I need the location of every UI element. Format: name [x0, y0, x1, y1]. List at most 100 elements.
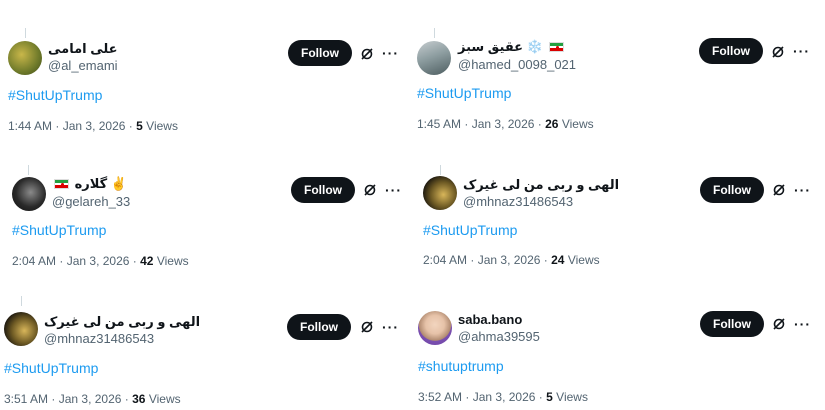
follow-button[interactable]: Follow — [288, 40, 352, 66]
meta-separator: · — [132, 254, 137, 268]
author-name[interactable]: saba.bano — [458, 312, 522, 327]
meta-separator: · — [465, 390, 470, 404]
tweet-meta: 2:04 AM · Jan 3, 2026 · 24 Views — [423, 253, 600, 267]
tweet-meta: 1:45 AM · Jan 3, 2026 · 26 Views — [417, 117, 594, 131]
author-name[interactable]: الهی و ربی من لی غیرک — [44, 314, 200, 330]
grok-icon[interactable] — [363, 183, 377, 197]
grok-icon[interactable] — [772, 183, 786, 197]
author-handle[interactable]: @al_emami — [48, 58, 118, 73]
follow-button[interactable]: Follow — [700, 311, 764, 337]
author-handle[interactable]: @ahma39595 — [458, 329, 540, 344]
follow-button[interactable]: Follow — [699, 38, 763, 64]
tweet-time[interactable]: 3:51 AM — [4, 392, 48, 406]
thread-line — [434, 28, 435, 38]
more-options-icon[interactable]: ··· — [382, 46, 399, 60]
thread-line — [21, 296, 22, 306]
hashtag-link[interactable]: #shutuptrump — [418, 358, 504, 374]
tweet-time[interactable]: 3:52 AM — [418, 390, 462, 404]
follow-button[interactable]: Follow — [287, 314, 351, 340]
author-name-text: گلاره — [74, 176, 108, 191]
tweet-time[interactable]: 1:44 AM — [8, 119, 52, 133]
tweet-meta: 3:52 AM · Jan 3, 2026 · 5 Views — [418, 390, 588, 404]
author-name[interactable]: گلاره ✌️ — [52, 176, 127, 192]
avatar[interactable] — [418, 311, 452, 345]
author-name[interactable]: عقیق سبز ❄️ — [458, 39, 566, 55]
views-label: Views — [561, 117, 594, 131]
iran-flag-icon — [548, 42, 564, 52]
views-count: 26 — [545, 117, 559, 131]
meta-separator: · — [124, 392, 129, 406]
tweet-meta: 1:44 AM · Jan 3, 2026 · 5 Views — [8, 119, 178, 133]
tweet-date[interactable]: Jan 3, 2026 — [478, 253, 541, 267]
follow-button[interactable]: Follow — [291, 177, 355, 203]
meta-separator: · — [543, 253, 548, 267]
tweet-card[interactable]: الهی و ربی من لی غیرک @mhnaz31486543 Fol… — [0, 290, 400, 410]
more-options-icon[interactable]: ··· — [794, 317, 811, 331]
author-name-text: عقیق سبز — [458, 39, 524, 54]
views-count: 24 — [551, 253, 565, 267]
more-options-icon[interactable]: ··· — [794, 183, 811, 197]
meta-separator: · — [59, 254, 64, 268]
more-options-icon[interactable]: ··· — [385, 183, 402, 197]
tweet-time[interactable]: 1:45 AM — [417, 117, 461, 131]
more-options-icon[interactable]: ··· — [793, 44, 810, 58]
avatar[interactable] — [423, 176, 457, 210]
grok-icon[interactable] — [771, 45, 785, 59]
meta-separator: · — [128, 119, 133, 133]
more-options-icon[interactable]: ··· — [382, 320, 399, 334]
meta-separator: · — [51, 392, 56, 406]
tweet-time[interactable]: 2:04 AM — [12, 254, 56, 268]
hashtag-link[interactable]: #ShutUpTrump — [4, 360, 98, 376]
avatar[interactable] — [417, 41, 451, 75]
tweet-card[interactable]: الهی و ربی من لی غیرک @mhnaz31486543 Fol… — [410, 157, 810, 282]
views-label: Views — [146, 119, 178, 133]
tweet-card[interactable]: علی امامی @al_emami Follow ··· #ShutUpTr… — [0, 20, 400, 145]
author-handle[interactable]: @mhnaz31486543 — [463, 194, 573, 209]
tweet-date[interactable]: Jan 3, 2026 — [59, 392, 122, 406]
thread-line — [25, 28, 26, 38]
tweet-card[interactable]: گلاره ✌️ @gelareh_33 Follow ··· #ShutUpT… — [0, 157, 402, 282]
views-count: 42 — [140, 254, 154, 268]
hashtag-link[interactable]: #ShutUpTrump — [423, 222, 517, 238]
hashtag-link[interactable]: #ShutUpTrump — [8, 87, 102, 103]
views-label: Views — [556, 390, 588, 404]
meta-separator: · — [538, 390, 543, 404]
author-handle[interactable]: @mhnaz31486543 — [44, 331, 154, 346]
tweet-date[interactable]: Jan 3, 2026 — [472, 117, 535, 131]
avatar[interactable] — [4, 312, 38, 346]
follow-button[interactable]: Follow — [700, 177, 764, 203]
meta-separator: · — [470, 253, 475, 267]
author-name[interactable]: الهی و ربی من لی غیرک — [463, 177, 619, 193]
author-handle[interactable]: @gelareh_33 — [52, 194, 130, 209]
snowflake-emoji: ❄️ — [526, 39, 543, 54]
victory-hand-emoji: ✌️ — [110, 176, 128, 191]
tweet-card[interactable]: saba.bano @ahma39595 Follow ··· #shutupt… — [410, 290, 810, 410]
views-label: Views — [148, 392, 181, 406]
author-handle[interactable]: @hamed_0098_021 — [458, 57, 576, 72]
avatar[interactable] — [12, 177, 46, 211]
hashtag-link[interactable]: #ShutUpTrump — [417, 85, 511, 101]
tweet-card[interactable]: عقیق سبز ❄️ @hamed_0098_021 Follow ··· #… — [410, 20, 810, 145]
tweet-date[interactable]: Jan 3, 2026 — [67, 254, 130, 268]
views-label: Views — [156, 254, 189, 268]
grok-icon[interactable] — [772, 317, 786, 331]
tweet-meta: 2:04 AM · Jan 3, 2026 · 42 Views — [12, 254, 189, 268]
meta-separator: · — [464, 117, 469, 131]
author-name[interactable]: علی امامی — [48, 41, 118, 57]
avatar[interactable] — [8, 41, 42, 75]
views-count: 5 — [136, 119, 143, 133]
views-label: Views — [567, 253, 600, 267]
iran-flag-icon — [54, 179, 69, 189]
tweet-date[interactable]: Jan 3, 2026 — [473, 390, 536, 404]
thread-line — [28, 165, 29, 175]
hashtag-link[interactable]: #ShutUpTrump — [12, 222, 106, 238]
grok-icon[interactable] — [360, 47, 374, 61]
tweet-time[interactable]: 2:04 AM — [423, 253, 467, 267]
tweet-meta: 3:51 AM · Jan 3, 2026 · 36 Views — [4, 392, 181, 406]
views-count: 36 — [132, 392, 146, 406]
thread-line — [440, 165, 441, 175]
meta-separator: · — [537, 117, 542, 131]
grok-icon[interactable] — [360, 320, 374, 334]
views-count: 5 — [546, 390, 553, 404]
tweet-date[interactable]: Jan 3, 2026 — [63, 119, 126, 133]
